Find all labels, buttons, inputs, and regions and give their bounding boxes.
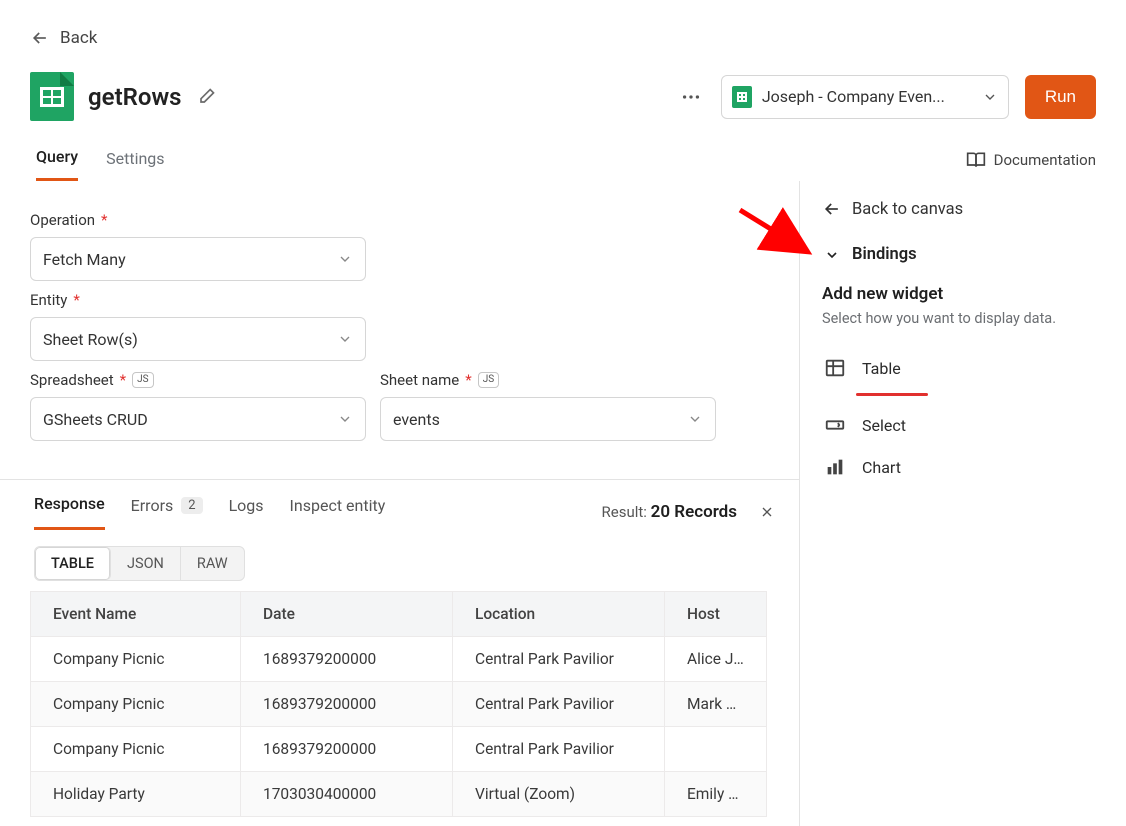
response-table: Event NameDateLocationHost Company Picni… [30,591,767,817]
operation-label: Operation* [30,211,769,229]
table-cell: Company Picnic [31,637,241,682]
spreadsheet-select[interactable]: GSheets CRUD [30,397,366,441]
arrow-left-icon [822,199,842,219]
back-label: Back [60,28,97,48]
selected-underline [856,393,928,396]
add-widget-title: Add new widget [822,284,1104,304]
back-to-canvas-link[interactable]: Back to canvas [822,195,1104,239]
entity-select[interactable]: Sheet Row(s) [30,317,366,361]
chevron-down-icon [824,247,840,263]
table-cell: Central Park Pavilior [453,727,665,772]
select-icon [824,414,846,436]
chart-icon [824,456,846,478]
google-sheets-icon [732,86,752,108]
table-cell: Mark Wil [665,682,767,727]
chevron-down-icon [337,411,353,427]
table-icon [824,357,846,379]
result-summary: Result: 20 Records [602,502,738,522]
bindings-section-toggle[interactable]: Bindings [824,245,1104,264]
table-cell: Emily Da [665,772,767,817]
view-table[interactable]: TABLE [35,547,111,580]
view-raw[interactable]: RAW [181,547,244,580]
table-cell: Alice Joh [665,637,767,682]
tab-query[interactable]: Query [36,139,78,181]
widget-option-select[interactable]: Select [822,404,1104,446]
sheetname-select[interactable]: events [380,397,716,441]
table-cell: Central Park Pavilior [453,682,665,727]
sheetname-label: Sheet name* JS [380,371,716,389]
operation-select[interactable]: Fetch Many [30,237,366,281]
table-cell: Virtual (Zoom) [453,772,665,817]
table-header[interactable]: Location [453,592,665,637]
chevron-down-icon [982,89,998,105]
query-title: getRows [88,83,182,111]
more-menu-button[interactable] [677,86,705,108]
js-badge[interactable]: JS [478,372,499,388]
run-button[interactable]: Run [1025,75,1096,119]
table-row[interactable]: Holiday Party1703030400000Virtual (Zoom)… [31,772,767,817]
datasource-select[interactable]: Joseph - Company Even... [721,75,1009,119]
back-link[interactable]: Back [0,0,1126,56]
table-cell: Central Park Pavilior [453,637,665,682]
table-row[interactable]: Company Picnic1689379200000Central Park … [31,637,767,682]
entity-label: Entity* [30,291,769,309]
widget-option-table[interactable]: Table [822,347,1104,389]
pencil-icon[interactable] [196,87,216,107]
arrow-left-icon [30,28,50,48]
chevron-down-icon [337,331,353,347]
table-cell: 1703030400000 [241,772,453,817]
spreadsheet-label: Spreadsheet* JS [30,371,366,389]
table-cell: Holiday Party [31,772,241,817]
book-icon [966,150,986,170]
js-badge[interactable]: JS [132,372,153,388]
table-header[interactable]: Date [241,592,453,637]
table-row[interactable]: Company Picnic1689379200000Central Park … [31,727,767,772]
chevron-down-icon [687,411,703,427]
errors-count-badge: 2 [181,497,202,514]
widget-option-chart[interactable]: Chart [822,446,1104,488]
response-tab-logs[interactable]: Logs [229,496,264,529]
response-tab-response[interactable]: Response [34,494,105,530]
documentation-link[interactable]: Documentation [966,150,1096,170]
google-sheets-icon [30,72,74,121]
table-cell: Company Picnic [31,682,241,727]
view-json[interactable]: JSON [111,547,181,580]
table-header[interactable]: Host [665,592,767,637]
response-view-toggle: TABLE JSON RAW [34,546,245,581]
add-widget-subtitle: Select how you want to display data. [822,310,1104,327]
table-header[interactable]: Event Name [31,592,241,637]
table-cell [665,727,767,772]
chevron-down-icon [337,251,353,267]
table-row[interactable]: Company Picnic1689379200000Central Park … [31,682,767,727]
table-cell: Company Picnic [31,727,241,772]
close-icon[interactable] [755,500,779,524]
tab-settings[interactable]: Settings [106,141,164,180]
table-cell: 1689379200000 [241,682,453,727]
response-tab-inspect[interactable]: Inspect entity [290,496,386,529]
datasource-label: Joseph - Company Even... [762,87,972,106]
table-cell: 1689379200000 [241,727,453,772]
documentation-label: Documentation [994,151,1096,169]
response-tab-errors[interactable]: Errors 2 [131,496,203,529]
table-cell: 1689379200000 [241,637,453,682]
